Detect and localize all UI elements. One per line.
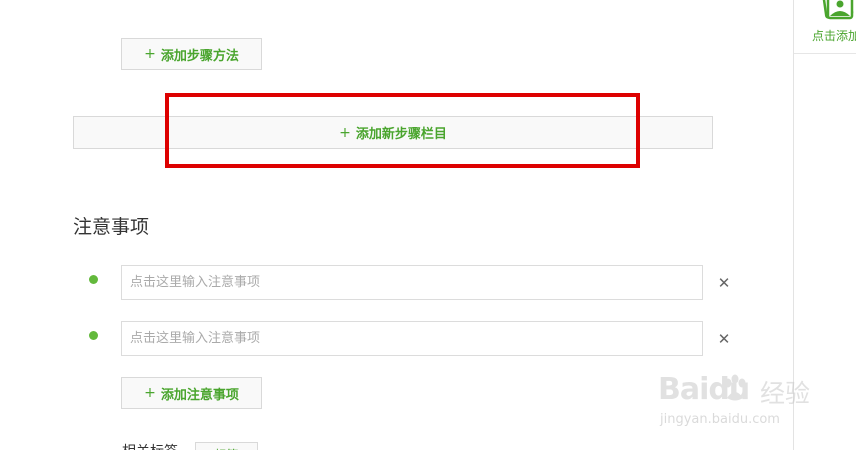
note-bullet [89,331,98,340]
tags-label: 相关标签 [122,441,178,450]
note-input-2[interactable] [121,321,703,356]
plus-icon: + [144,385,156,401]
paw-icon [724,374,746,401]
close-icon[interactable]: ✕ [716,330,732,348]
divider [794,53,856,54]
add-step-method-button[interactable]: + 添加步骤方法 [121,38,262,70]
editor-page: + 添加步骤方法 + 添加新步骤栏目 注意事项 ✕ ✕ + 添加注意事项 相关标… [0,0,856,450]
note-input-1[interactable] [121,265,703,300]
notes-section-title: 注意事项 [73,216,150,238]
baidu-jingyan-watermark: Baidu 经验 jingyan.baidu.com [658,372,810,432]
watermark-product: 经验 [760,379,811,408]
close-icon[interactable]: ✕ [716,274,732,292]
highlight-box [165,93,640,168]
image-icon [822,0,854,20]
add-image-label: 点击添加 [812,29,856,43]
add-step-method-label: 添加步骤方法 [160,48,239,64]
watermark-url: jingyan.baidu.com [660,412,780,427]
add-note-label: 添加注意事项 [160,387,239,403]
plus-icon: + [144,46,156,62]
add-tag-button[interactable]: 标签 [195,442,258,450]
add-note-button[interactable]: + 添加注意事项 [121,377,262,409]
note-bullet [89,275,98,284]
